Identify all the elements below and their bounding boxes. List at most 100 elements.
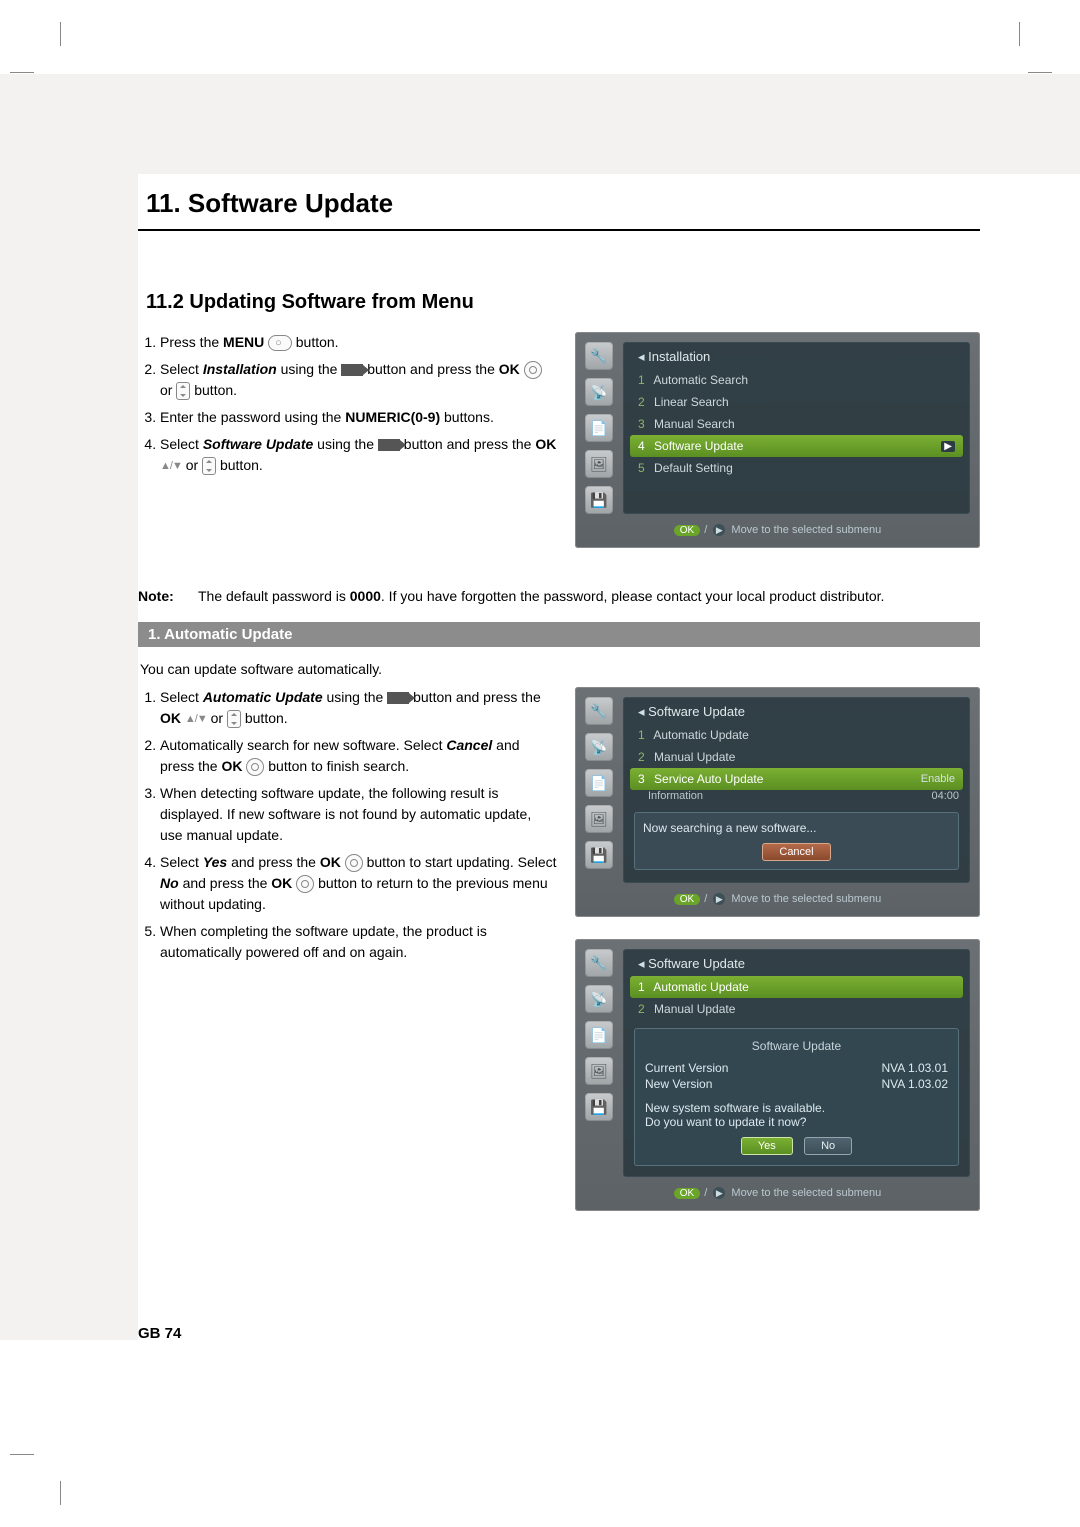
text: button. bbox=[245, 710, 288, 726]
document-icon: 📄 bbox=[585, 1021, 613, 1049]
text: button and press the bbox=[367, 361, 499, 377]
header-grey-band bbox=[0, 74, 1080, 174]
ok-label: OK bbox=[499, 361, 520, 377]
text: button. bbox=[194, 382, 237, 398]
text: Move to the selected submenu bbox=[731, 893, 881, 905]
wrench-icon: 🔧 bbox=[585, 697, 613, 725]
nav-updown-key-icon bbox=[202, 457, 216, 475]
tv-menu-item[interactable]: 3 Service Auto UpdateEnable bbox=[630, 768, 963, 790]
document-icon: 📄 bbox=[585, 414, 613, 442]
note-block: Note: The default password is 0000. If y… bbox=[138, 588, 980, 604]
text: Information bbox=[648, 790, 703, 802]
tv-menu-item[interactable]: 1 Automatic Search bbox=[624, 369, 969, 391]
tv-menu-item[interactable]: 1 Automatic Update bbox=[624, 724, 969, 746]
text: Automatically search for new software. S… bbox=[160, 737, 446, 753]
arrow-right-icon bbox=[378, 439, 400, 451]
tv-menu-item[interactable]: 4 Software Update▶ bbox=[630, 435, 963, 457]
tv-side-icons: 🔧 📡 📄 🖼 💾 bbox=[585, 949, 615, 1177]
crop-mark bbox=[1028, 72, 1052, 73]
text: and press the bbox=[183, 875, 272, 891]
ok-pill-icon: OK bbox=[674, 894, 700, 905]
ok-circle-icon bbox=[524, 361, 542, 379]
menu-oval-icon: ○ bbox=[268, 335, 292, 351]
text: Enter the password using the bbox=[160, 409, 345, 425]
ok-label: OK bbox=[320, 854, 341, 870]
text: Move to the selected submenu bbox=[731, 1187, 881, 1199]
tv-panel-title: Software Update bbox=[624, 704, 969, 724]
text: or bbox=[211, 710, 227, 726]
tv-menu-item[interactable]: 3 Manual Search bbox=[624, 413, 969, 435]
ok-circle-icon bbox=[296, 875, 314, 893]
picture-icon: 🖼 bbox=[585, 805, 613, 833]
text: using the bbox=[317, 436, 378, 452]
tv-panel: Software Update 1 Automatic Update2 Manu… bbox=[623, 697, 970, 883]
step-a4: Select Software Update using the button … bbox=[160, 434, 557, 476]
version-row: New VersionNVA 1.03.02 bbox=[645, 1077, 948, 1091]
tv-menu-item[interactable]: 1 Automatic Update bbox=[630, 976, 963, 998]
yes-label: Yes bbox=[203, 854, 227, 870]
dialog-message: New system software is available. Do you… bbox=[645, 1101, 948, 1129]
tv-screenshot-installation: 🔧 📡 📄 🖼 💾 Installation 1 Automatic Searc… bbox=[575, 332, 980, 548]
page-footer: GB 74 bbox=[138, 1325, 181, 1342]
ok-pill-icon: OK bbox=[674, 1188, 700, 1199]
ok-label: OK bbox=[535, 436, 556, 452]
version-row: Current VersionNVA 1.03.01 bbox=[645, 1061, 948, 1075]
note-text: The default password is 0000. If you hav… bbox=[198, 588, 884, 604]
step-b2: Automatically search for new software. S… bbox=[160, 735, 557, 777]
text: button to start updating. Select bbox=[367, 854, 557, 870]
text: Do you want to update it now? bbox=[645, 1115, 948, 1129]
text: or bbox=[186, 457, 202, 473]
text: or bbox=[160, 382, 176, 398]
software-update-label: Software Update bbox=[203, 436, 313, 452]
right-arrow-icon: ▶ bbox=[713, 1187, 725, 1199]
step-b5: When completing the software update, the… bbox=[160, 921, 557, 963]
text: New system software is available. bbox=[645, 1101, 948, 1115]
crop-mark bbox=[60, 22, 61, 46]
steps-list-b: Select Automatic Update using the button… bbox=[160, 687, 557, 963]
chevron-right-icon: ▶ bbox=[941, 441, 955, 452]
default-password: 0000 bbox=[350, 588, 381, 604]
tv-subitem: Information 04:00 bbox=[624, 790, 969, 804]
tv-footer-hint: OK/ ▶ Move to the selected submenu bbox=[585, 893, 970, 905]
left-grey-margin bbox=[0, 74, 138, 1340]
cancel-button[interactable]: Cancel bbox=[762, 843, 830, 861]
nav-updown-key-icon bbox=[227, 710, 241, 728]
nav-updown-key-icon bbox=[176, 382, 190, 400]
cancel-label: Cancel bbox=[446, 737, 492, 753]
wrench-icon: 🔧 bbox=[585, 949, 613, 977]
section-title: 11.2 Updating Software from Menu bbox=[146, 291, 980, 314]
numeric-label: NUMERIC(0-9) bbox=[345, 409, 440, 425]
tv-menu-item[interactable]: 2 Manual Update bbox=[624, 746, 969, 768]
tv-menu-item[interactable]: 2 Manual Update bbox=[624, 998, 969, 1020]
text: and press the bbox=[231, 854, 320, 870]
satellite-icon: 📡 bbox=[585, 378, 613, 406]
step-a3: Enter the password using the NUMERIC(0-9… bbox=[160, 407, 557, 428]
text: 04:00 bbox=[931, 790, 959, 802]
tv-dialog-update: Software Update Current VersionNVA 1.03.… bbox=[634, 1028, 959, 1166]
ok-label: OK bbox=[221, 758, 242, 774]
ok-circle-icon bbox=[345, 854, 363, 872]
automatic-update-label: Automatic Update bbox=[203, 689, 323, 705]
ok-circle-icon bbox=[246, 758, 264, 776]
crop-mark bbox=[60, 1481, 61, 1505]
text: button. bbox=[296, 334, 339, 350]
text: button. bbox=[220, 457, 263, 473]
text: buttons. bbox=[444, 409, 494, 425]
text: button to finish search. bbox=[268, 758, 409, 774]
no-label: No bbox=[160, 875, 179, 891]
tv-menu-item[interactable]: 2 Linear Search bbox=[624, 391, 969, 413]
tv-menu-item[interactable]: 5 Default Setting bbox=[624, 457, 969, 479]
picture-icon: 🖼 bbox=[585, 450, 613, 478]
tv-screenshot-confirm: 🔧 📡 📄 🖼 💾 Software Update 1 Automatic Up… bbox=[575, 939, 980, 1211]
tv-footer-hint: OK/ ▶ Move to the selected submenu bbox=[585, 524, 970, 536]
text: Press the bbox=[160, 334, 223, 350]
no-button[interactable]: No bbox=[804, 1137, 852, 1155]
yes-button[interactable]: Yes bbox=[741, 1137, 793, 1155]
chapter-title: 11. Software Update bbox=[138, 188, 980, 223]
crop-mark bbox=[1019, 22, 1020, 46]
tv-screenshot-searching: 🔧 📡 📄 🖼 💾 Software Update 1 Automatic Up… bbox=[575, 687, 980, 917]
step-a2: Select Installation using the button and… bbox=[160, 359, 557, 401]
tv-side-icons: 🔧 📡 📄 🖼 💾 bbox=[585, 342, 615, 514]
arrow-right-icon bbox=[387, 692, 409, 704]
tv-side-icons: 🔧 📡 📄 🖼 💾 bbox=[585, 697, 615, 883]
